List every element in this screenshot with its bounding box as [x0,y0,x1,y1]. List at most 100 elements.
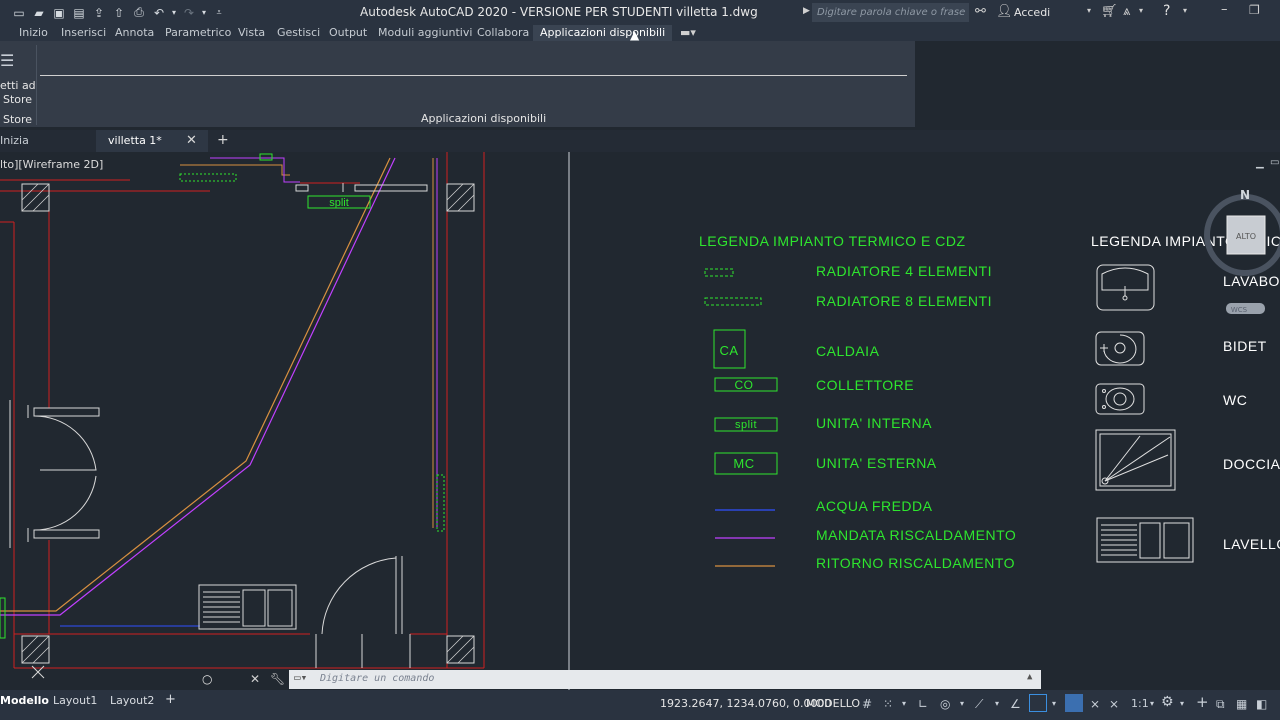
tab-output[interactable]: Output [329,26,367,39]
tab-layout1[interactable]: Layout1 [53,694,97,707]
compass-north-label[interactable]: N [1240,188,1250,202]
chevron-down-icon[interactable]: ▾ [1183,6,1187,15]
workspace-gear-icon[interactable]: ⚙ [1161,694,1174,710]
tab-vista[interactable]: Vista [238,26,265,39]
chevron-down-icon[interactable]: ▾ [1052,699,1056,708]
tab-layout2[interactable]: Layout2 [110,694,154,707]
chevron-down-icon[interactable]: ▾ [1150,699,1154,708]
drawing-canvas[interactable]: split LEGENDA IMPIANTO TERMICO E CDZ CA … [0,152,1280,690]
mandata-pipe-top [210,157,300,183]
chevron-down-icon[interactable]: ▾ [995,699,999,708]
drawing-tab-label: villetta 1* [108,134,162,147]
legend-idrico: LEGENDA IMPIANTO IDRIC LAVABO BIDET WC D… [1091,233,1280,563]
tab-moduli-aggiuntivi[interactable]: Moduli aggiuntivi [378,26,472,39]
snap-icon[interactable]: ⁙ [883,697,893,711]
tab-inizio[interactable]: Inizio [19,26,48,39]
user-icon[interactable]: 👤︎ [996,4,1013,19]
minimize-icon[interactable]: – [1221,2,1228,17]
tab-gestisci[interactable]: Gestisci [277,26,320,39]
object-snap-tracking-icon[interactable]: ∠ [1010,697,1021,711]
auto-scale-icon[interactable]: ⨯ [1090,697,1100,711]
app-store-button-label: etti ad [0,79,36,92]
start-tab[interactable]: Inizia [0,130,96,152]
viewport-minimize-icon[interactable]: ▁ [1256,158,1264,169]
tab-applicazioni-disponibili[interactable]: Applicazioni disponibili [533,25,673,41]
green-fixture [0,597,6,639]
dropdown-caret-icon[interactable]: ▾ [200,4,208,22]
annotation-scale-icon[interactable]: ⨯ [1109,697,1119,711]
ortho-icon[interactable]: ∟ [918,697,928,711]
customize-qat-icon[interactable]: ⩡ [210,4,228,22]
tab-inserisci[interactable]: Inserisci [61,26,106,39]
ribbon-options-icon[interactable]: ▬▾ [680,26,696,39]
wcs-menu[interactable]: WCS [1231,306,1248,314]
view-cube-face[interactable]: ALTO [1236,232,1256,241]
viewport-controls[interactable]: lto][Wireframe 2D] [0,158,103,171]
annotation-monitor-icon[interactable]: + [1196,693,1209,711]
new-file-icon[interactable]: ▭ [10,4,28,22]
quick-properties-icon[interactable]: ▦ [1236,697,1247,711]
close-icon[interactable]: ✕ [186,133,197,148]
legend-label-lavello: LAVELLO [1223,536,1280,552]
autodesk-a360-icon[interactable]: ⩓ [1123,4,1130,19]
help-icon[interactable]: ? [1163,3,1170,19]
command-prompt-icon[interactable]: ▭▾ [294,671,307,684]
polar-tracking-icon[interactable]: ◎ [940,697,950,711]
osnap-toggle[interactable] [1029,694,1047,712]
customize-icon[interactable]: 🔧︎ [270,672,285,686]
chevron-down-icon[interactable]: ▾ [902,699,906,708]
close-command-icon[interactable]: ✕ [250,672,260,686]
tab-model[interactable]: Modello [0,694,49,707]
tab-annota[interactable]: Annota [115,26,154,39]
chevron-down-icon[interactable]: ▾ [1087,6,1091,15]
undo-icon[interactable]: ↶ [150,4,168,22]
print-icon[interactable]: ⎙ [130,4,148,22]
annotation-scale-value[interactable]: 1:1 [1131,697,1149,710]
redo-icon[interactable]: ↷ [180,4,198,22]
bidet-symbol [1095,331,1145,366]
restore-icon[interactable]: ❐ [1249,3,1260,17]
radiator-8-symbol [704,297,762,306]
app-store-button[interactable]: etti ad Store [0,79,36,107]
legend-label-ritorno: RITORNO RISCALDAMENTO [816,555,1015,571]
radiator-right [436,474,445,532]
legend-termico: LEGENDA IMPIANTO TERMICO E CDZ CA CO spl… [699,233,1016,571]
chevron-up-icon[interactable]: ▲ [1027,672,1032,682]
legend-label-mandata: MANDATA RISCALDAMENTO [816,527,1016,543]
legend-label-acqua-fredda: ACQUA FREDDA [816,498,933,514]
search-input[interactable]: Digitare parola chiave o frase [812,3,969,22]
binoculars-icon[interactable]: ⚯ [975,4,986,19]
collector [259,153,273,161]
open-folder-icon[interactable]: ▰ [30,4,48,22]
share-icon[interactable]: ⇧ [110,4,128,22]
legend-label-doccia: DOCCIA [1223,456,1280,472]
tab-collabora[interactable]: Collabora [477,26,529,39]
cart-icon[interactable]: 🛒︎ [1101,4,1118,19]
chevron-right-icon[interactable]: ▶ [803,6,810,16]
tab-parametrico[interactable]: Parametrico [165,26,231,39]
command-line-input[interactable]: ▭▾ Digitare un comando ▲ [289,670,1041,689]
units-icon[interactable]: ⧉ [1216,697,1225,712]
export-icon[interactable]: ⇪ [90,4,108,22]
app-store-button-label-2: Store [3,93,33,106]
chevron-down-icon[interactable]: ▾ [1180,699,1184,708]
save-as-icon[interactable]: ▤ [70,4,88,22]
view-cube[interactable]: ALTO N WCS [1204,188,1280,314]
app-store-icon[interactable]: ☰ [0,51,14,70]
isolate-objects-icon[interactable]: ◧ [1256,697,1267,711]
dropdown-caret-icon[interactable]: ▾ [170,4,178,22]
grid-icon[interactable]: # [862,697,872,711]
split-symbol-label: split [735,419,757,431]
legend-label-unita-interna: UNITA' INTERNA [816,415,932,431]
sign-in-link[interactable]: Accedi [1014,6,1050,19]
save-icon[interactable]: ▣ [50,4,68,22]
annotation-visibility-toggle[interactable] [1065,694,1083,712]
model-space-toggle[interactable]: MODELLO [806,697,860,710]
isodraft-icon[interactable]: ⟋ [975,697,983,712]
ribbon-panel-line [40,75,907,76]
viewport-maximize-icon[interactable]: ▭ [1270,157,1279,168]
chevron-down-icon[interactable]: ▾ [960,699,964,708]
chevron-down-icon[interactable]: ▾ [1139,6,1143,15]
add-layout-icon[interactable]: + [165,692,176,707]
add-tab-icon[interactable]: + [217,132,229,148]
